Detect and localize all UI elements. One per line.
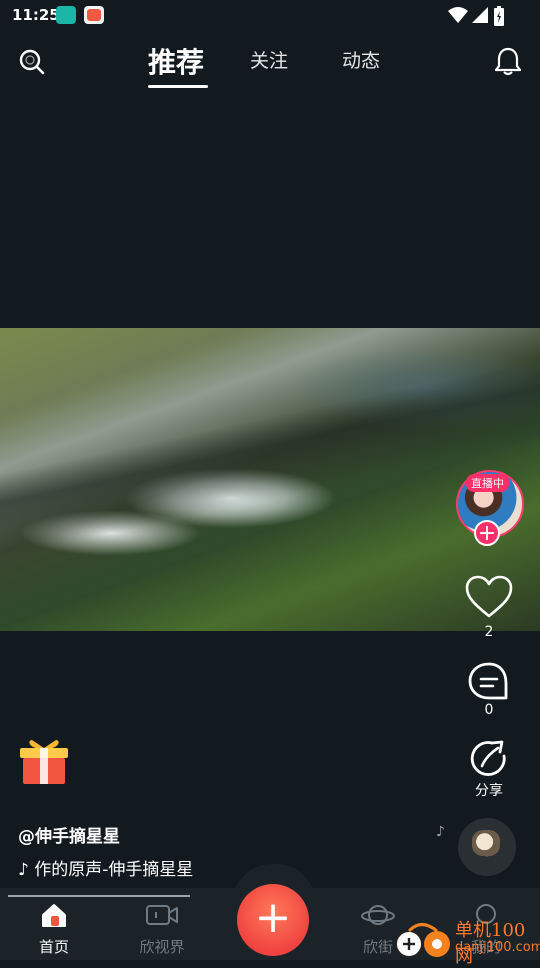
tab-following[interactable]: 关注 (250, 46, 288, 73)
active-tab-indicator (148, 85, 208, 88)
share-icon[interactable] (464, 738, 514, 782)
video-frame (0, 328, 540, 631)
music-info[interactable]: ♪ 作的原声-伸手摘星星 (18, 855, 193, 880)
live-badge: 直播中 (466, 474, 509, 492)
watermark: 单机100网 danji100.com (393, 912, 540, 967)
tab-feed[interactable]: 动态 (342, 46, 380, 73)
watermark-url: danji100.com (455, 940, 540, 955)
planet-icon (361, 905, 395, 925)
nav-vision-label: 欣视界 (139, 938, 185, 956)
status-time: 11:25 (12, 6, 60, 24)
battery-icon (494, 6, 504, 26)
like-icon[interactable] (464, 574, 514, 620)
comment-icon[interactable] (464, 660, 514, 704)
tab-recommend[interactable]: 推荐 (148, 41, 204, 81)
app-notification-icon (56, 6, 76, 24)
follow-button[interactable]: + (474, 520, 500, 546)
search-icon[interactable] (18, 48, 46, 76)
video-player[interactable] (0, 328, 540, 631)
music-note-icon: ♪ (18, 860, 29, 880)
like-count: 2 (484, 624, 494, 640)
app-notification-icon-2 (84, 6, 104, 24)
author-name[interactable]: @伸手摘星星 (18, 822, 120, 847)
home-icon (42, 904, 66, 927)
nav-home[interactable]: 首页 (14, 902, 94, 957)
music-disc[interactable] (458, 818, 516, 876)
gift-icon[interactable] (18, 734, 70, 786)
create-button[interactable]: + (237, 884, 309, 956)
nav-home-label: 首页 (38, 938, 69, 956)
wifi-icon (448, 7, 468, 23)
comment-count: 0 (484, 702, 494, 718)
top-nav: 推荐 关注 动态 (0, 36, 540, 92)
video-camera-icon (146, 905, 178, 925)
share-label: 分享 (475, 783, 503, 799)
music-note-decoration-icon: ♪ (436, 824, 445, 840)
bell-icon[interactable] (494, 46, 522, 76)
video-progress[interactable] (8, 895, 190, 897)
music-title: 作的原声-伸手摘星星 (34, 860, 194, 880)
nav-vision[interactable]: 欣视界 (122, 902, 202, 957)
status-bar: 11:25 (0, 0, 540, 32)
watermark-logo-icon (395, 923, 450, 958)
signal-icon (472, 7, 488, 23)
